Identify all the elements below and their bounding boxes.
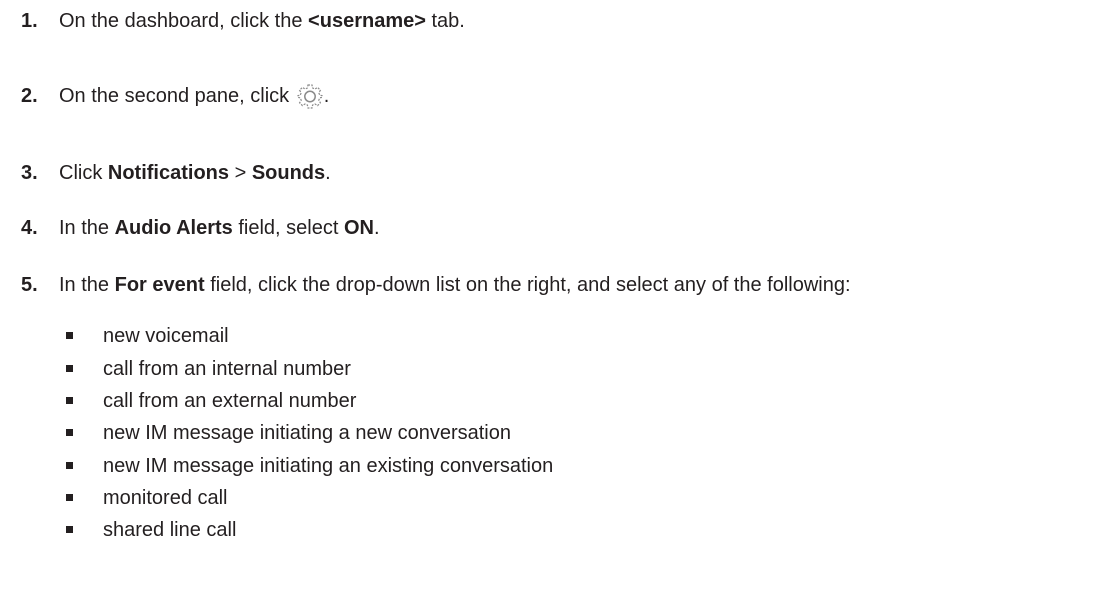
bullet-square-icon	[66, 397, 73, 404]
step-text: .	[325, 162, 331, 184]
step-number: 3.	[21, 162, 38, 184]
bullet-square-icon	[66, 332, 73, 339]
step-text: .	[373, 217, 380, 239]
list-item-text: call from an internal number	[103, 358, 351, 380]
step-bold-text: <username>	[308, 10, 426, 32]
step-text: On the dashboard, click the	[59, 10, 309, 32]
list-item: monitored call	[66, 486, 228, 510]
step-3: 3. Click Notifications > Sounds.	[21, 160, 331, 186]
list-item: call from an external number	[66, 389, 356, 413]
step-2: 2. On the second pane, click .	[21, 83, 329, 109]
step-bold-text: ON	[343, 217, 374, 239]
step-text: field, click the drop-down list on the r…	[204, 274, 851, 296]
step-4: 4. In the Audio Alerts field, select ON.	[21, 215, 380, 241]
step-number: 1.	[21, 10, 38, 32]
step-number: 5.	[21, 274, 38, 296]
step-5: 5. In the For event field, click the drop…	[21, 272, 851, 298]
step-bold-text: Sounds	[251, 162, 326, 184]
list-item: new IM message initiating a new conversa…	[66, 421, 511, 445]
list-item: new IM message initiating an existing co…	[66, 454, 553, 478]
step-text: Click	[59, 162, 108, 184]
bullet-square-icon	[66, 526, 73, 533]
list-item: new voicemail	[66, 324, 229, 348]
step-bold-text: Audio Alerts	[114, 217, 233, 239]
step-bold-text: Notifications	[107, 162, 230, 184]
bullet-square-icon	[66, 365, 73, 372]
step-bold-text: For event	[114, 274, 205, 296]
step-text: In the	[59, 217, 115, 239]
bullet-square-icon	[66, 494, 73, 501]
step-1: 1. On the dashboard, click the <username>…	[21, 8, 465, 34]
step-text: In the	[59, 274, 115, 296]
step-number: 2.	[21, 85, 38, 107]
step-text: field, select	[232, 217, 344, 239]
list-item-text: shared line call	[103, 519, 237, 541]
bullet-square-icon	[66, 462, 73, 469]
step-text: On the second pane, click	[59, 85, 295, 107]
bullet-square-icon	[66, 429, 73, 436]
gear-icon	[297, 83, 323, 109]
list-item-text: new IM message initiating a new conversa…	[103, 422, 511, 444]
step-text: tab.	[425, 10, 465, 32]
step-text: >	[229, 162, 252, 184]
list-item: call from an internal number	[66, 357, 351, 381]
list-item-text: monitored call	[103, 487, 228, 509]
step-number: 4.	[21, 217, 38, 239]
list-item-text: new voicemail	[103, 325, 229, 347]
list-item-text: new IM message initiating an existing co…	[103, 455, 554, 477]
step-text: .	[323, 85, 330, 107]
list-item-text: call from an external number	[103, 390, 357, 412]
list-item: shared line call	[66, 518, 236, 542]
